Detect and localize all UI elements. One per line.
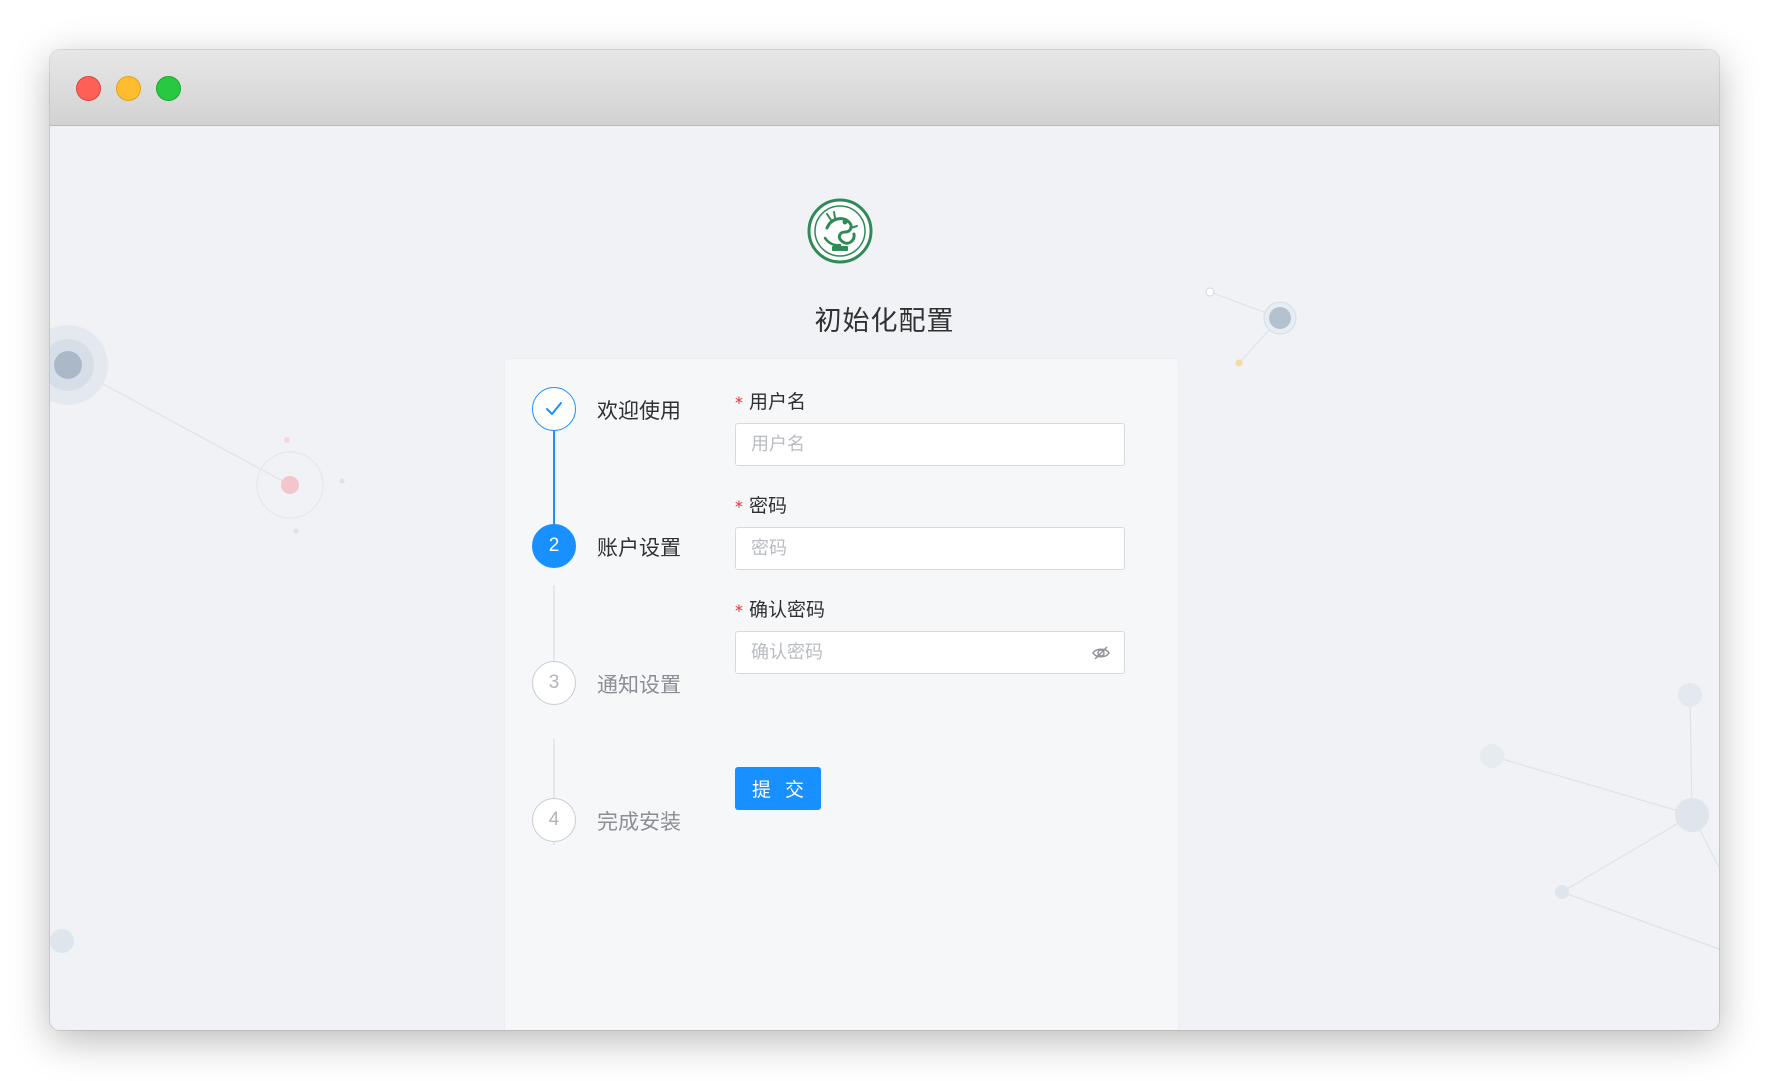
password-input[interactable]: [735, 527, 1125, 570]
step-finished-indicator: [532, 387, 576, 431]
username-field-group: * 用户名: [735, 389, 1125, 466]
zoom-window-button[interactable]: [156, 76, 181, 101]
required-mark: *: [735, 601, 743, 620]
submit-button[interactable]: 提 交: [735, 767, 821, 810]
setup-card: 欢迎使用 2 账户设置 3 通知设置 4 完成安装 * 用户名 用户名 * 密码…: [505, 359, 1178, 1030]
step-welcome: 欢迎使用: [532, 387, 712, 431]
password-label: * 密码: [735, 493, 1125, 519]
step-label: 账户设置: [597, 536, 681, 560]
window-titlebar: [50, 50, 1719, 126]
app-window: 初始化配置 欢迎使用 2 账户设置 3 通知设置 4 完成安装 * 用户名 用户…: [50, 50, 1719, 1030]
username-label: * 用户名: [735, 389, 1125, 415]
confirm-password-label: * 确认密码: [735, 597, 1125, 623]
eye-off-icon[interactable]: [1091, 643, 1111, 663]
confirm-password-label-text: 确认密码: [749, 599, 826, 621]
step-number: 4: [532, 798, 576, 842]
step-number: 2: [532, 524, 576, 568]
step-label: 完成安装: [597, 810, 681, 834]
check-icon: [546, 402, 562, 415]
confirm-password-field-group: * 确认密码: [735, 597, 1125, 674]
username-input[interactable]: [735, 423, 1125, 466]
username-label-text: 用户名: [749, 391, 807, 413]
setup-steps: 欢迎使用 2 账户设置 3 通知设置 4 完成安装: [532, 387, 712, 907]
step-label: 欢迎使用: [597, 399, 681, 423]
page-title: 初始化配置: [814, 306, 955, 337]
step-number: 3: [532, 661, 576, 705]
step-finish-install: 4 完成安装: [532, 798, 712, 842]
dragon-seal-logo-icon: [807, 198, 873, 264]
step-connector-done: [553, 431, 555, 525]
password-label-text: 密码: [749, 495, 788, 517]
step-account-settings: 2 账户设置: [532, 524, 712, 568]
required-mark: *: [735, 393, 743, 412]
close-window-button[interactable]: [76, 76, 101, 101]
step-label: 通知设置: [597, 673, 681, 697]
required-mark: *: [735, 497, 743, 516]
step-notification-settings: 3 通知设置: [532, 661, 712, 705]
confirm-password-input[interactable]: [735, 631, 1125, 674]
minimize-window-button[interactable]: [116, 76, 141, 101]
page-content: 初始化配置 欢迎使用 2 账户设置 3 通知设置 4 完成安装 * 用户名 用户…: [50, 127, 1719, 1030]
password-field-group: * 密码: [735, 493, 1125, 570]
